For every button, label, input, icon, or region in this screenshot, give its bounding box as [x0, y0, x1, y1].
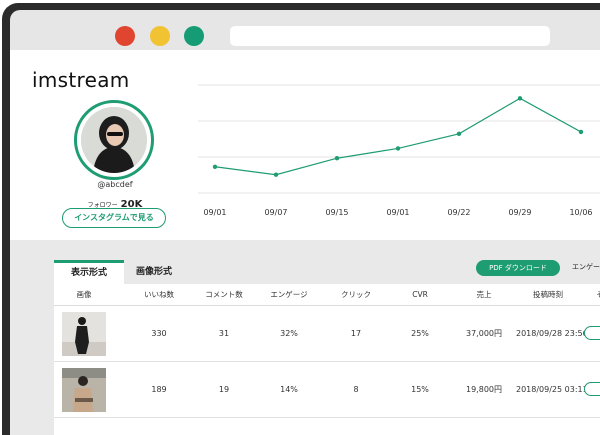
row-action-button[interactable]	[584, 382, 600, 396]
chart-point[interactable]	[395, 146, 401, 151]
chart-x-tick-label: 09/15	[325, 208, 348, 217]
cell-engagement: 32%	[280, 329, 298, 338]
cell-sales: 37,000円	[466, 329, 502, 338]
cell-comments: 19	[218, 385, 230, 394]
engagement-sort-label[interactable]: エンゲー	[572, 262, 600, 272]
post-photo-icon	[62, 312, 106, 356]
cell-clicks: 17	[350, 329, 362, 338]
followers-line-chart: 09/01 09/07 09/15 09/01 09/22 09/29 10/06	[198, 84, 600, 217]
tab-list-view[interactable]: 表示形式	[54, 260, 124, 284]
browser-mockup: imstream @abcdef フォロワー 20K インスタグラムで見る 09/…	[0, 0, 600, 435]
cell-posted-at: 2018/09/25 03:11	[516, 385, 588, 394]
cell-likes: 330	[151, 329, 167, 338]
header-cvr[interactable]: CVR	[388, 284, 452, 306]
chart-series-line	[214, 97, 582, 176]
header-clicks[interactable]: クリック	[324, 284, 388, 306]
app-screen: imstream @abcdef フォロワー 20K インスタグラムで見る 09/…	[10, 50, 600, 435]
chart-point[interactable]	[578, 129, 584, 135]
chart-point[interactable]	[212, 164, 218, 169]
cell-posted-at: 2018/09/28 23:56	[516, 329, 588, 338]
header-posted-at[interactable]: 投稿時刻	[516, 284, 580, 306]
chart-point[interactable]	[273, 172, 279, 177]
close-window-button[interactable]	[115, 26, 135, 46]
cell-likes: 189	[151, 385, 167, 394]
cell-engagement: 14%	[280, 385, 298, 394]
chart-x-tick-label: 09/07	[264, 208, 287, 217]
row-action-button[interactable]	[584, 326, 600, 340]
header-other[interactable]: そ	[590, 284, 600, 306]
post-thumbnail[interactable]	[62, 312, 106, 356]
header-likes[interactable]: いいね数	[124, 284, 194, 306]
chart-x-tick-label: 09/01	[386, 208, 409, 217]
cell-comments: 31	[218, 329, 230, 338]
maximize-window-button[interactable]	[184, 26, 204, 46]
header-engagement[interactable]: エンゲージ	[254, 284, 324, 306]
cell-cvr: 15%	[411, 385, 429, 394]
address-bar[interactable]	[230, 26, 550, 46]
view-on-instagram-button[interactable]: インスタグラムで見る	[62, 208, 166, 228]
window-titlebar	[10, 10, 600, 50]
app-logo: imstream	[32, 68, 130, 92]
post-photo-icon	[62, 368, 106, 412]
header-sales[interactable]: 売上	[452, 284, 516, 306]
profile-photo-icon	[81, 107, 147, 173]
chart-x-tick-label: 09/22	[447, 208, 470, 217]
chart-x-tick-label: 09/01	[203, 208, 226, 217]
cell-cvr: 25%	[411, 329, 429, 338]
chart-point[interactable]	[456, 131, 462, 136]
pdf-download-button[interactable]: PDF ダウンロード	[476, 260, 560, 276]
table-row[interactable]: 330 31 32% 17 25% 37,000円 2018/09/28 23:…	[54, 306, 600, 362]
chart-x-tick-label: 10/06	[569, 208, 592, 217]
cell-clicks: 8	[353, 385, 359, 394]
table-header: 画像 いいね数 コメント数 エンゲージ クリック CVR 売上 投稿時刻 そ	[54, 284, 600, 306]
header-image[interactable]: 画像	[60, 284, 108, 306]
chart-point[interactable]	[334, 156, 340, 161]
tab-image-view[interactable]: 画像形式	[124, 260, 184, 284]
avatar	[81, 107, 147, 173]
post-thumbnail[interactable]	[62, 368, 106, 412]
profile-avatar-ring	[74, 100, 154, 180]
profile-handle: @abcdef	[97, 180, 133, 189]
header-comments[interactable]: コメント数	[194, 284, 254, 306]
table-row[interactable]: 189 19 14% 8 15% 19,800円 2018/09/25 03:1…	[54, 362, 600, 418]
chart-point[interactable]	[517, 96, 523, 101]
chart-x-tick-label: 09/29	[508, 208, 531, 217]
posts-table: 画像 いいね数 コメント数 エンゲージ クリック CVR 売上 投稿時刻 そ	[54, 284, 600, 435]
posts-panel: 表示形式 画像形式 PDF ダウンロード エンゲー 画像 いいね数 コメント数 …	[10, 240, 600, 435]
cell-sales: 19,800円	[466, 385, 502, 394]
minimize-window-button[interactable]	[150, 26, 170, 46]
